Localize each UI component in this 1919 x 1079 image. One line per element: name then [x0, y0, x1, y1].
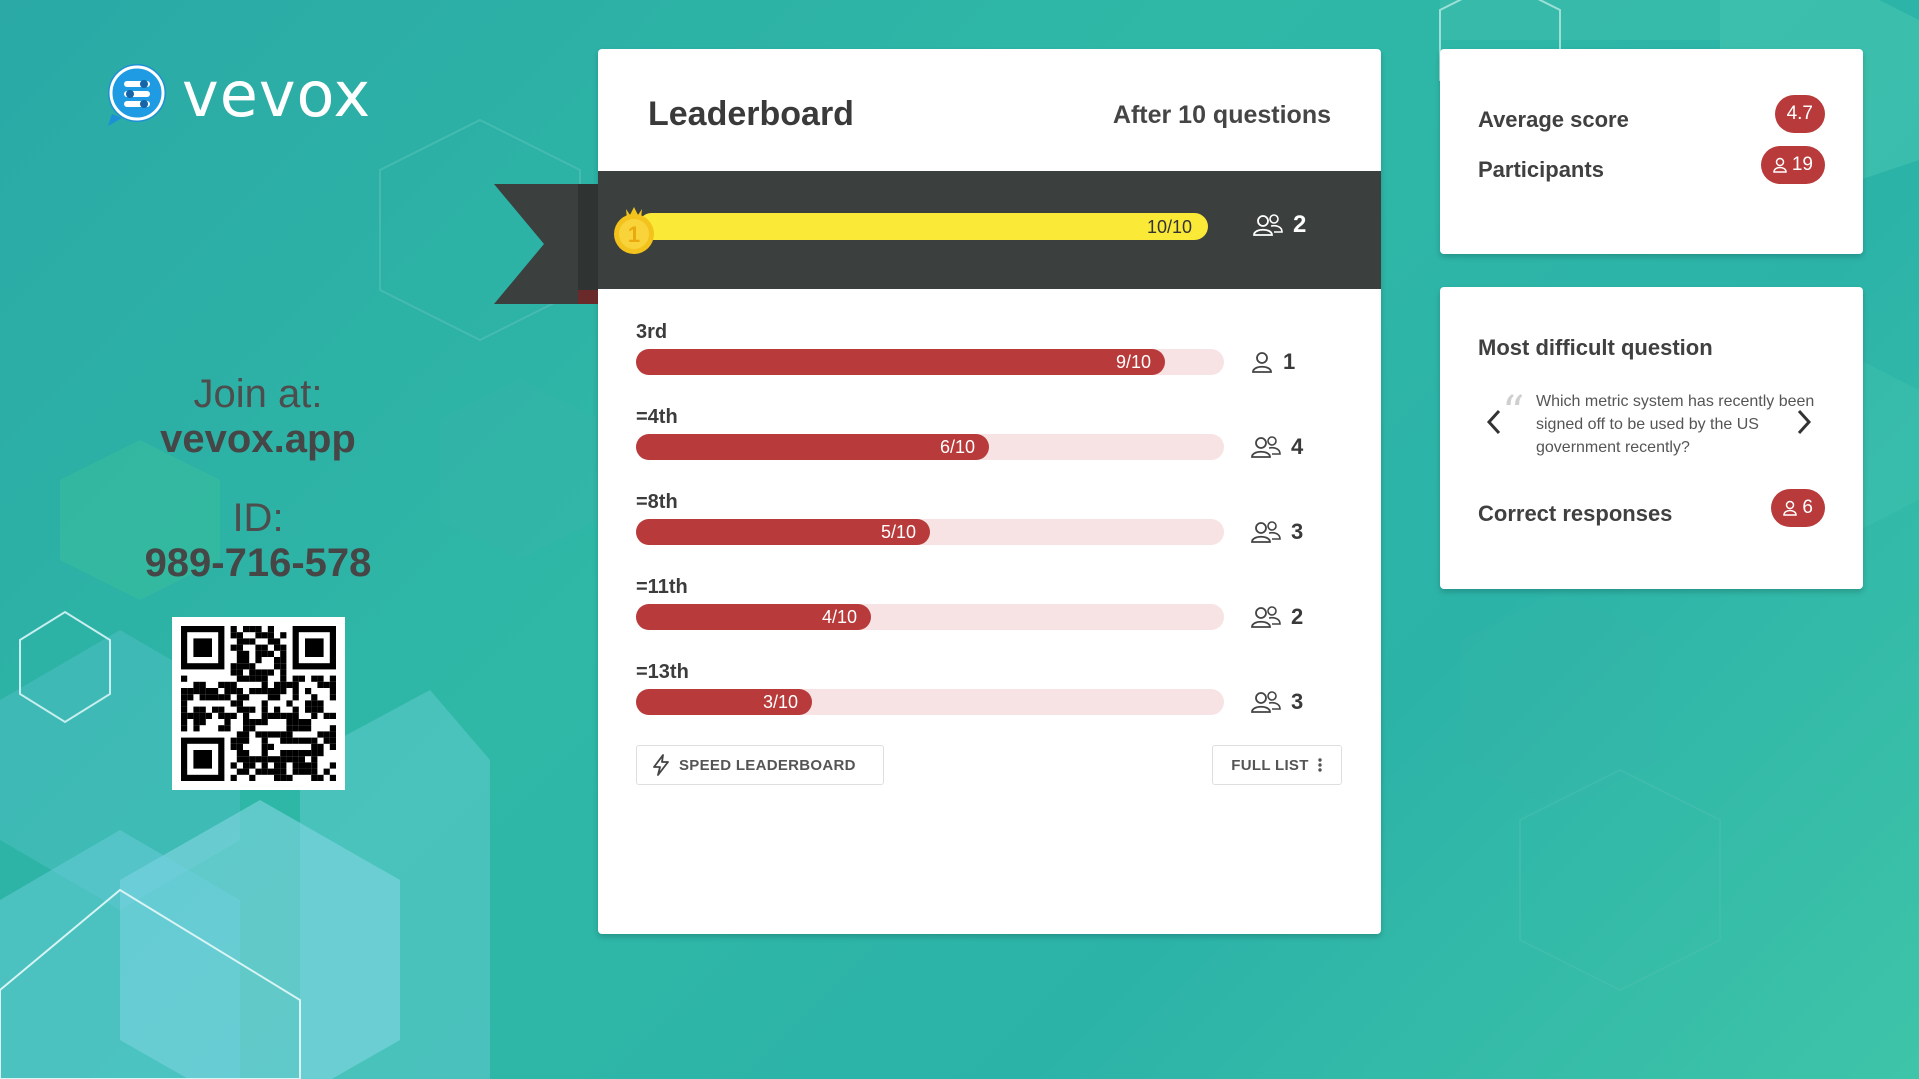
group-icon [1251, 436, 1281, 458]
first-place-banner: 10/10 1 2 [598, 171, 1381, 289]
participants-label: Participants [1478, 157, 1604, 182]
vevox-logo: vevox [104, 62, 371, 128]
score-bar-fill: 3/10 [636, 689, 812, 715]
first-place-bar: 10/10 [638, 213, 1208, 240]
score-value: 5/10 [880, 522, 916, 542]
full-list-button[interactable]: FULL LIST [1212, 745, 1342, 785]
most-difficult-title: Most difficult question [1478, 335, 1713, 360]
group-icon [1251, 521, 1281, 543]
group-icon [1251, 606, 1281, 628]
join-label: Join at: [193, 372, 323, 416]
join-section: Join at: vevox.app [80, 372, 436, 462]
participant-count: 4 [1291, 434, 1304, 459]
leaderboard-title: Leaderboard [648, 95, 854, 133]
leaderboard-row: =4th 6/10 4 [636, 406, 1356, 486]
participant-count: 2 [1291, 604, 1304, 629]
stats-card: Average score 4.7 Participants 19 [1440, 49, 1863, 254]
score-bar-fill: 4/10 [636, 604, 871, 630]
score-value: 3/10 [762, 692, 798, 712]
rank-label: =13th [636, 661, 689, 683]
participant-count-group: 1 [1251, 349, 1295, 375]
join-url: vevox.app [160, 417, 356, 461]
score-bar-track: 3/10 [636, 689, 1224, 715]
participant-count: 3 [1291, 689, 1304, 714]
most-difficult-question-card: Most difficult question “ Which metric s… [1440, 287, 1863, 589]
id-value: 989-716-578 [144, 541, 372, 585]
rank-label: =4th [636, 406, 678, 428]
leaderboard-row: =11th 4/10 2 [636, 576, 1356, 656]
participants-value: 19 [1791, 154, 1813, 175]
leaderboard-row: =13th 3/10 3 [636, 661, 1356, 741]
rank-label: 3rd [636, 321, 668, 343]
participant-count-group: 3 [1251, 689, 1303, 715]
leaderboard-subtitle: After 10 questions [1112, 101, 1331, 129]
score-bar-track: 6/10 [636, 434, 1224, 460]
qr-code [172, 617, 345, 790]
more-vertical-icon [1318, 758, 1322, 772]
rank-label: =11th [636, 576, 688, 598]
participant-count-group: 3 [1251, 519, 1303, 545]
speed-leaderboard-button[interactable]: SPEED LEADERBOARD [636, 745, 884, 785]
first-place-count: 2 [1293, 211, 1307, 238]
speed-leaderboard-label: SPEED LEADERBOARD [679, 756, 856, 774]
chat-bubble-logo-icon [108, 64, 166, 126]
participant-count-group: 4 [1251, 434, 1303, 460]
average-score-badge: 4.7 [1774, 95, 1825, 133]
chevron-left-icon[interactable] [1486, 409, 1502, 435]
score-bar-track: 4/10 [636, 604, 1224, 630]
score-value: 9/10 [1115, 352, 1151, 372]
quote-icon: “ [1502, 387, 1525, 438]
user-icon [1773, 157, 1787, 173]
chevron-right-icon[interactable] [1796, 409, 1812, 435]
group-icon [1253, 214, 1283, 236]
user-icon [1783, 500, 1798, 516]
lightning-icon [653, 754, 669, 776]
rank-label: =8th [636, 491, 678, 513]
first-place-group: 2 [1253, 211, 1306, 239]
score-bar-track: 9/10 [636, 349, 1224, 375]
gold-medal-icon: 1 [614, 207, 654, 254]
logo-wordmark: vevox [182, 58, 372, 131]
leaderboard-card: Leaderboard After 10 questions 10/10 1 2… [598, 49, 1381, 934]
id-label: ID: [232, 496, 284, 540]
participant-count: 1 [1283, 349, 1296, 374]
correct-responses-badge: 6 [1771, 489, 1825, 527]
first-place-score: 10/10 [1146, 217, 1192, 237]
single-user-icon [1252, 352, 1272, 373]
id-section: ID: 989-716-578 [80, 496, 436, 586]
correct-responses-value: 6 [1802, 497, 1813, 518]
leaderboard-row: 3rd 9/10 1 [636, 321, 1356, 401]
correct-responses-label: Correct responses [1478, 501, 1673, 526]
question-text: Which metric system has recently been si… [1536, 393, 1815, 456]
score-bar-fill: 6/10 [636, 434, 989, 460]
score-bar-fill: 5/10 [636, 519, 930, 545]
score-value: 6/10 [939, 437, 975, 457]
banner-ribbon-tail [494, 184, 598, 304]
full-list-label: FULL LIST [1231, 756, 1309, 774]
score-bar-fill: 9/10 [636, 349, 1165, 375]
group-icon [1251, 691, 1281, 713]
leaderboard-row: =8th 5/10 3 [636, 491, 1356, 571]
score-bar-track: 5/10 [636, 519, 1224, 545]
first-place-rank: 1 [628, 222, 640, 247]
participant-count: 3 [1291, 519, 1304, 544]
average-score-value: 4.7 [1786, 103, 1813, 124]
average-score-label: Average score [1478, 107, 1629, 132]
participants-badge: 19 [1760, 146, 1825, 184]
score-value: 4/10 [821, 607, 857, 627]
participant-count-group: 2 [1251, 604, 1303, 630]
